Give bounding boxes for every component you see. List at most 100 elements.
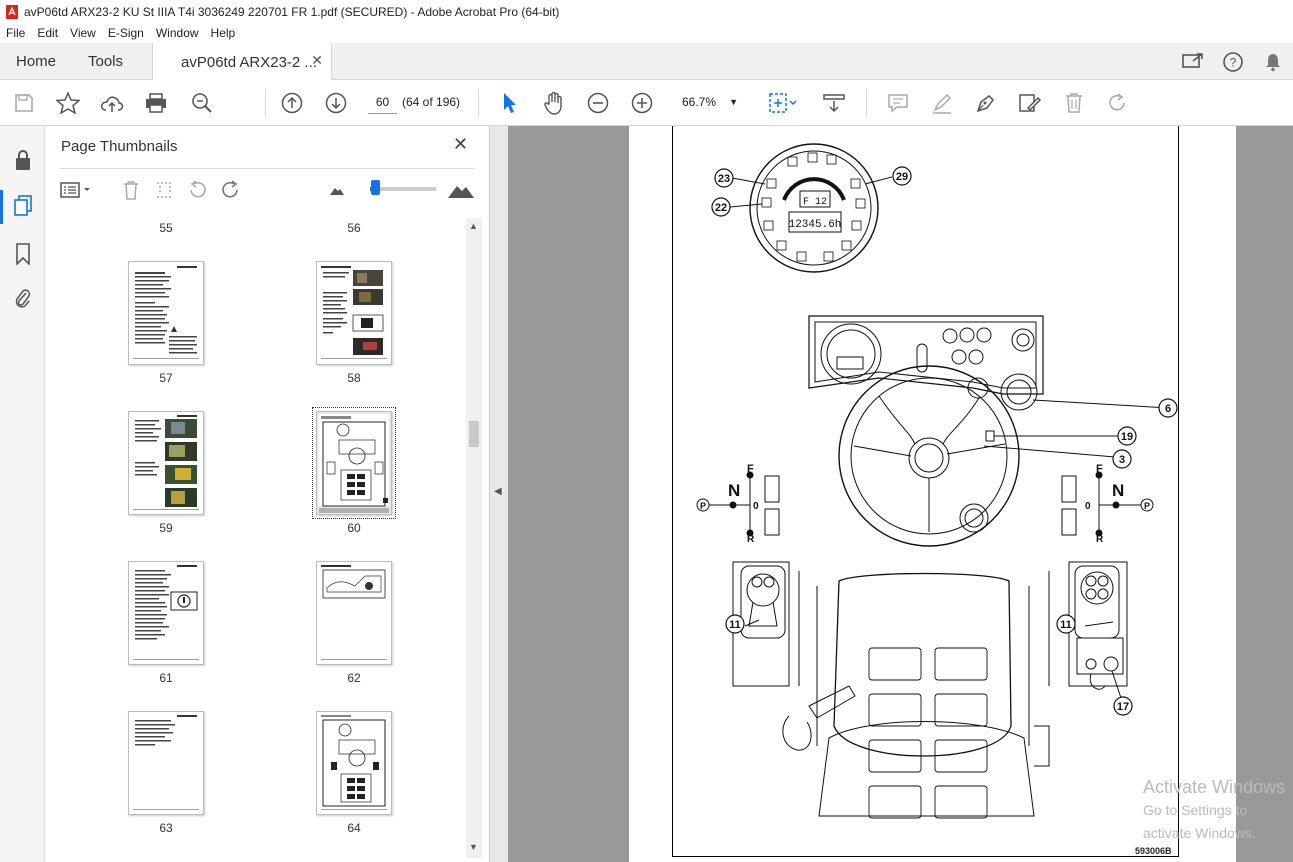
thumbnail-page-64[interactable]	[316, 711, 392, 815]
highlight-pen-icon[interactable]	[930, 91, 954, 115]
share-screen-icon[interactable]	[1173, 52, 1213, 72]
menu-file[interactable]: File	[0, 23, 31, 43]
thumbnail-page-59[interactable]	[128, 411, 204, 515]
page-number-input[interactable]: 60	[368, 91, 397, 114]
page-count-label: (64 of 196)	[402, 95, 461, 109]
chevron-down-icon: ▼	[729, 97, 738, 107]
gear-right-zero: 0	[1085, 501, 1091, 512]
page-thumbnails-icon[interactable]	[11, 194, 35, 218]
thumbnail-label: 58	[347, 371, 361, 385]
lock-icon[interactable]	[11, 148, 35, 172]
left-navigation-rail	[0, 126, 45, 862]
extract-page-icon[interactable]	[153, 178, 177, 202]
previous-page-icon[interactable]	[280, 91, 304, 115]
callout-6: 6	[1165, 403, 1171, 415]
next-page-icon[interactable]	[324, 91, 348, 115]
close-tab-icon[interactable]: ✕	[311, 52, 323, 69]
callout-3: 3	[1119, 454, 1125, 466]
tab-document[interactable]: avP06td ARX23-2 ... ✕	[152, 43, 332, 81]
watermark-line2: Go to Settings to activate Windows.	[1143, 802, 1256, 841]
gear-right-neutral: N	[1112, 481, 1124, 500]
menu-view[interactable]: View	[64, 23, 102, 43]
zoom-level-select[interactable]: 66.7% ▼	[676, 91, 742, 114]
thumbnail-scrollbar[interactable]: ▲ ▼	[466, 218, 482, 858]
attachments-paperclip-icon[interactable]	[11, 286, 35, 310]
scrollbar-thumb[interactable]	[469, 421, 479, 447]
tab-home[interactable]: Home	[16, 43, 56, 80]
thumbnail-page-58[interactable]	[316, 261, 392, 365]
activate-windows-watermark: Activate Windows Go to Settings to activ…	[1143, 776, 1293, 845]
zoom-in-icon[interactable]	[630, 91, 654, 115]
collapse-arrow-icon: ◀	[494, 486, 502, 497]
panel-collapse-handle[interactable]: ◀	[490, 126, 508, 862]
thumbnail-options-icon[interactable]	[59, 178, 95, 202]
active-indicator	[0, 190, 3, 224]
help-icon[interactable]: ?	[1213, 51, 1253, 73]
thumbnail-page-57[interactable]	[128, 261, 204, 365]
scroll-mode-icon[interactable]	[820, 91, 848, 115]
gear-right-park: P	[1144, 501, 1150, 511]
print-icon[interactable]	[144, 91, 168, 115]
thumbnail-page-63[interactable]	[128, 711, 204, 815]
thumbnail-label: 60	[347, 521, 361, 535]
main-toolbar	[0, 80, 1293, 126]
delete-page-icon[interactable]	[119, 178, 143, 202]
gear-right-reverse: R	[1096, 534, 1104, 545]
callout-23: 23	[718, 173, 730, 185]
thumbnail-page-60[interactable]	[312, 407, 396, 519]
gear-right-forward: F	[1096, 463, 1103, 475]
thumbnail-label: 64	[347, 821, 361, 835]
document-view: 23 29 22 6 19 3 11 11 17 F 12 12345.6h F…	[508, 126, 1293, 862]
upload-cloud-icon[interactable]	[100, 91, 124, 115]
select-cursor-icon[interactable]	[498, 91, 522, 115]
callout-22: 22	[715, 202, 727, 214]
redo-icon[interactable]	[1106, 91, 1130, 115]
menu-window[interactable]: Window	[150, 23, 205, 43]
rotate-counterclockwise-icon[interactable]	[185, 178, 209, 202]
top-right-icons: ?	[1173, 43, 1293, 80]
menu-help[interactable]: Help	[205, 23, 242, 43]
hand-tool-icon[interactable]	[542, 91, 566, 115]
zoom-out-icon[interactable]	[586, 91, 610, 115]
slider-thumb[interactable]	[371, 180, 381, 195]
thumbnail-grid: 55 56 57 58 59 60 61 62 63 64	[60, 217, 465, 857]
bookmarks-icon[interactable]	[11, 242, 35, 266]
thumbnail-label: 61	[159, 671, 173, 685]
draw-pen-icon[interactable]	[974, 91, 998, 115]
bookmark-star-icon[interactable]	[56, 91, 80, 115]
thumbnail-page-62[interactable]	[316, 561, 392, 665]
thumbnail-page-61[interactable]	[128, 561, 204, 665]
notifications-bell-icon[interactable]	[1253, 52, 1293, 72]
delete-trash-icon[interactable]	[1062, 91, 1086, 115]
thumbnail-label: 59	[159, 521, 173, 535]
tab-tools[interactable]: Tools	[88, 43, 123, 80]
gear-left-neutral: N	[728, 481, 740, 500]
small-thumbnails-icon[interactable]	[327, 178, 347, 202]
zoom-level-value: 66.7%	[682, 95, 717, 109]
large-thumbnails-icon[interactable]	[447, 178, 475, 202]
thumbnail-label: 56	[347, 221, 361, 235]
title-bar: avP06td ARX23-2 KU St IIIA T4i 3036249 2…	[0, 0, 1293, 23]
zoom-search-icon[interactable]	[190, 91, 214, 115]
menu-edit[interactable]: Edit	[31, 23, 64, 43]
menu-bar: File Edit View E-Sign Window Help	[0, 23, 1293, 43]
rotate-clockwise-icon[interactable]	[219, 178, 243, 202]
callout-19: 19	[1121, 431, 1133, 443]
thumbnail-label: 55	[159, 221, 173, 235]
dash-hour-meter: 12345.6h	[789, 219, 842, 231]
menu-esign[interactable]: E-Sign	[102, 23, 150, 43]
thumbnail-label: 57	[159, 371, 173, 385]
svg-text:?: ?	[1230, 55, 1237, 69]
page-display-icon[interactable]	[766, 91, 800, 115]
acrobat-logo-icon	[6, 4, 18, 19]
callout-11-right: 11	[1060, 619, 1072, 631]
thumbnail-label: 62	[347, 671, 361, 685]
comment-icon[interactable]	[886, 91, 910, 115]
scroll-down-icon[interactable]: ▼	[469, 842, 478, 852]
edit-text-icon[interactable]	[1018, 91, 1042, 115]
save-icon[interactable]	[12, 91, 36, 115]
scroll-up-icon[interactable]: ▲	[469, 221, 478, 231]
close-icon[interactable]: ✕	[453, 134, 468, 155]
window-title: avP06td ARX23-2 KU St IIIA T4i 3036249 2…	[24, 4, 560, 19]
callout-17: 17	[1117, 701, 1129, 713]
